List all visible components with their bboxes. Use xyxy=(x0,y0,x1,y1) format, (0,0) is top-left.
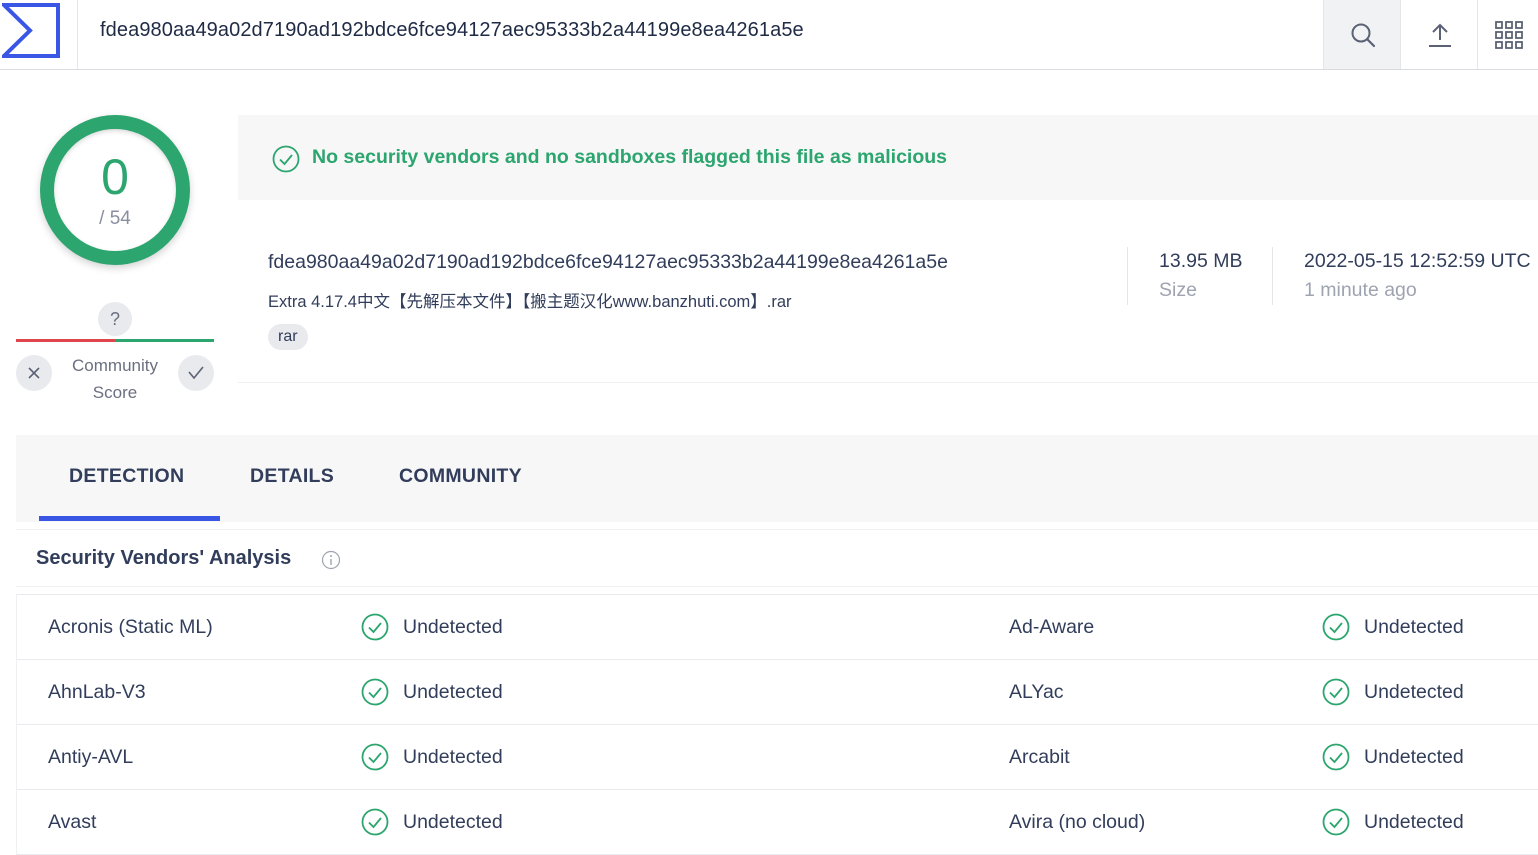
logo[interactable] xyxy=(0,0,78,69)
file-size-label: Size xyxy=(1159,279,1197,301)
check-circle-icon xyxy=(1322,613,1350,641)
upload-icon xyxy=(1428,23,1451,47)
vendor-result: Undetected xyxy=(403,681,503,703)
apps-grid-icon xyxy=(1494,20,1523,49)
vendor-name: Acronis (Static ML) xyxy=(48,616,213,638)
vendor-name: Ad-Aware xyxy=(1009,616,1095,638)
tab-details[interactable]: DETAILS xyxy=(250,465,334,488)
section-title: Security Vendors' Analysis xyxy=(36,547,292,569)
check-circle-icon xyxy=(361,678,389,706)
check-circle-icon xyxy=(272,145,300,173)
vendor-name: Avira (no cloud) xyxy=(1009,811,1146,833)
close-icon xyxy=(28,367,40,379)
vendor-name: AhnLab-V3 xyxy=(48,681,146,703)
check-circle-icon xyxy=(361,613,389,641)
vendor-name: ALYac xyxy=(1009,681,1064,703)
detection-total: / 54 xyxy=(99,208,131,229)
table-row: Acronis (Static ML) Undetected Ad-Aware … xyxy=(17,594,1538,660)
file-hash[interactable]: fdea980aa49a02d7190ad192bdce6fce94127aec… xyxy=(268,251,948,274)
table-row: Avast Undetected Avira (no cloud) Undete… xyxy=(17,790,1538,855)
check-icon xyxy=(188,366,204,380)
vendor-result: Undetected xyxy=(403,746,503,768)
verdict-banner: No security vendors and no sandboxes fla… xyxy=(238,115,1538,200)
check-circle-icon xyxy=(1322,808,1350,836)
divider xyxy=(1127,247,1128,305)
vendor-name: Antiy-AVL xyxy=(48,746,134,768)
community-bar-negative xyxy=(16,339,115,342)
info-icon[interactable] xyxy=(321,550,341,570)
vendor-result: Undetected xyxy=(403,616,503,638)
vendor-result: Undetected xyxy=(1364,616,1464,638)
vendor-result: Undetected xyxy=(403,811,503,833)
file-type-tag[interactable]: rar xyxy=(268,324,308,350)
search-icon xyxy=(1351,23,1375,47)
tab-community[interactable]: COMMUNITY xyxy=(399,465,522,488)
tab-detection[interactable]: DETECTION xyxy=(69,465,184,488)
detection-count: 0 xyxy=(101,149,129,205)
tab-bar: DETECTION DETAILS COMMUNITY xyxy=(16,435,1538,522)
table-row: Antiy-AVL Undetected Arcabit Undetected xyxy=(17,725,1538,790)
analysis-date-value: 2022-05-15 12:52:59 UTC xyxy=(1304,250,1531,272)
top-bar: fdea980aa49a02d7190ad192bdce6fce94127aec… xyxy=(0,0,1538,70)
check-circle-icon xyxy=(361,743,389,771)
search-button[interactable] xyxy=(1323,0,1401,69)
active-tab-indicator xyxy=(39,516,220,521)
check-circle-icon xyxy=(361,808,389,836)
community-score-marker: ? xyxy=(98,302,132,336)
apps-menu-button[interactable] xyxy=(1477,0,1538,69)
vendor-name: Avast xyxy=(48,811,97,833)
search-input[interactable]: fdea980aa49a02d7190ad192bdce6fce94127aec… xyxy=(100,19,804,42)
upload-button[interactable] xyxy=(1400,0,1478,69)
community-bar-positive xyxy=(115,339,214,342)
vendor-name: Arcabit xyxy=(1009,746,1070,768)
vendor-result: Undetected xyxy=(1364,681,1464,703)
vendor-result: Undetected xyxy=(1364,746,1464,768)
file-name: Extra 4.17.4中文【先解压本文件】【搬主题汉化www.banzhuti… xyxy=(268,293,792,311)
community-score-label: Community Score xyxy=(60,352,170,406)
check-circle-icon xyxy=(1322,743,1350,771)
file-size-value: 13.95 MB xyxy=(1159,250,1243,272)
table-row: AhnLab-V3 Undetected ALYac Undetected xyxy=(17,660,1538,725)
divider xyxy=(1272,247,1273,305)
sigma-logo-icon xyxy=(2,3,60,58)
community-label-line2: Score xyxy=(92,383,138,402)
vendor-results-table: Acronis (Static ML) Undetected Ad-Aware … xyxy=(16,594,1538,855)
check-circle-icon xyxy=(1322,678,1350,706)
verdict-text: No security vendors and no sandboxes fla… xyxy=(312,146,947,168)
vote-harmless-button[interactable] xyxy=(178,355,214,391)
analysis-date-relative: 1 minute ago xyxy=(1304,279,1417,301)
security-vendors-header: Security Vendors' Analysis xyxy=(16,529,1538,587)
community-label-line1: Community xyxy=(72,356,158,375)
vote-malicious-button[interactable] xyxy=(16,355,52,391)
vendor-result: Undetected xyxy=(1364,811,1464,833)
file-info-panel: fdea980aa49a02d7190ad192bdce6fce94127aec… xyxy=(238,200,1538,383)
